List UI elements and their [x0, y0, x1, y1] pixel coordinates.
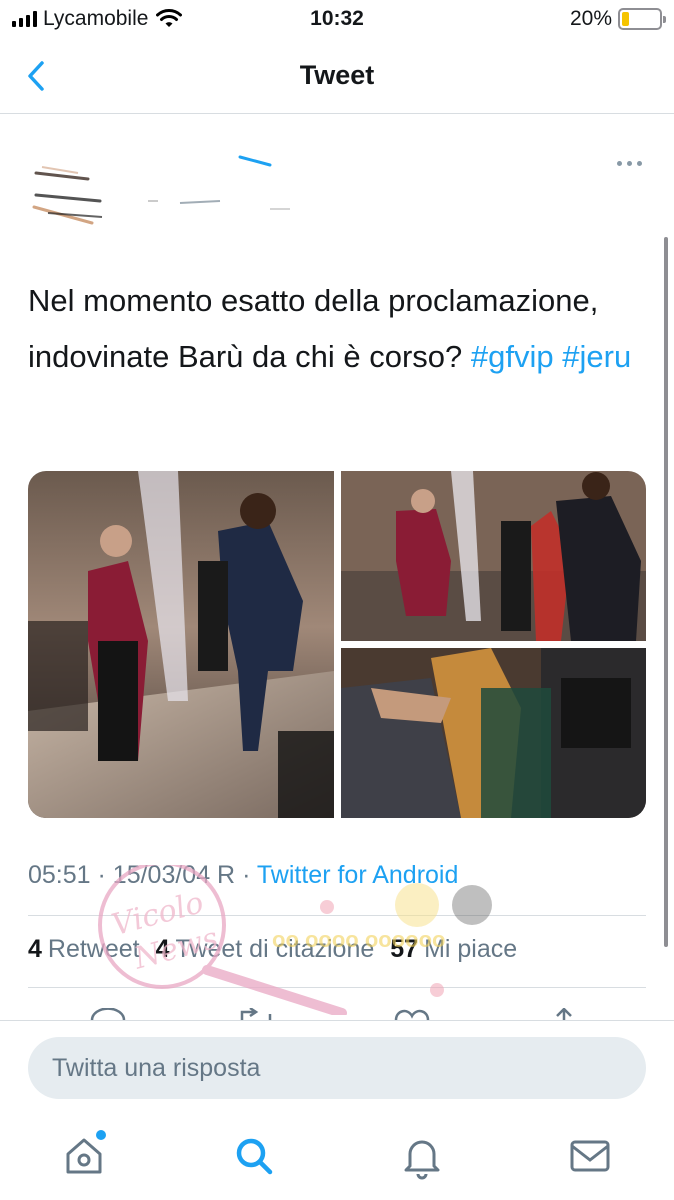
retweet-stat[interactable]: 4 Retweet — [28, 935, 140, 964]
tweet-meta: 05:51 · 15/03/04 R · Twitter for Android — [28, 861, 458, 890]
tab-home[interactable] — [60, 1130, 108, 1180]
quote-stat[interactable]: 4 Tweet di citazione — [156, 935, 375, 964]
tab-messages[interactable] — [566, 1132, 614, 1180]
retweet-icon[interactable] — [236, 1008, 276, 1020]
scrollbar[interactable] — [664, 237, 668, 947]
reply-bar: Twitta una risposta — [0, 1020, 674, 1110]
nav-bar: Tweet — [0, 42, 674, 114]
search-icon — [236, 1138, 273, 1175]
reply-placeholder: Twitta una risposta — [52, 1054, 261, 1082]
tweet-photo-3[interactable] — [341, 648, 646, 818]
share-icon[interactable] — [544, 1008, 584, 1020]
quote-label: Tweet di citazione — [175, 935, 375, 963]
page-title: Tweet — [299, 60, 375, 90]
media-grid — [28, 471, 646, 818]
meta-separator-2: · — [242, 861, 251, 889]
tweet-source-link[interactable]: Twitter for Android — [257, 861, 458, 889]
hashtag-jeru[interactable]: #jeru — [562, 339, 631, 374]
tweet-time: 05:51 — [28, 861, 91, 889]
tweet-author-obscured[interactable] — [28, 143, 328, 233]
battery-fill — [622, 12, 630, 26]
tweet-photo-1[interactable] — [28, 471, 334, 818]
status-right: 20% — [569, 7, 666, 31]
tweet: Nel momento esatto della proclamazione, … — [0, 115, 674, 1020]
battery-icon — [618, 8, 666, 30]
tweet-stats: 4 Retweet 4 Tweet di citazione 57 Mi piace — [28, 935, 517, 964]
like-label: Mi piace — [424, 935, 518, 963]
like-stat[interactable]: 57 Mi piace — [390, 935, 517, 964]
avatar — [32, 166, 103, 225]
tweet-text: Nel momento esatto della proclamazione, … — [28, 273, 648, 385]
tweet-date: 15/03/04 R — [112, 861, 236, 889]
heart-icon[interactable] — [392, 1008, 432, 1020]
reply-input[interactable]: Twitta una risposta — [28, 1037, 646, 1099]
retweet-label: Retweet — [47, 935, 140, 963]
bell-icon — [404, 1140, 440, 1180]
author-name-obscured — [148, 155, 290, 210]
divider-2 — [28, 987, 646, 988]
quote-count: 4 — [155, 935, 170, 963]
meta-separator: · — [97, 861, 106, 889]
tab-search[interactable] — [230, 1132, 278, 1180]
hashtag-gfvip[interactable]: #gfvip — [471, 339, 554, 374]
reply-icon[interactable] — [88, 1008, 128, 1020]
retweet-count: 4 — [28, 935, 42, 963]
battery-percent: 20% — [569, 7, 612, 30]
notification-dot — [96, 1130, 106, 1140]
like-count: 57 — [390, 935, 419, 963]
tab-notifications[interactable] — [398, 1132, 446, 1180]
more-options-icon[interactable] — [612, 153, 646, 173]
tab-bar — [0, 1112, 674, 1200]
status-bar: Lycamobile 10:32 20% — [0, 0, 674, 40]
mail-icon — [570, 1140, 610, 1172]
divider — [28, 915, 646, 916]
tweet-photo-2[interactable] — [341, 471, 646, 641]
